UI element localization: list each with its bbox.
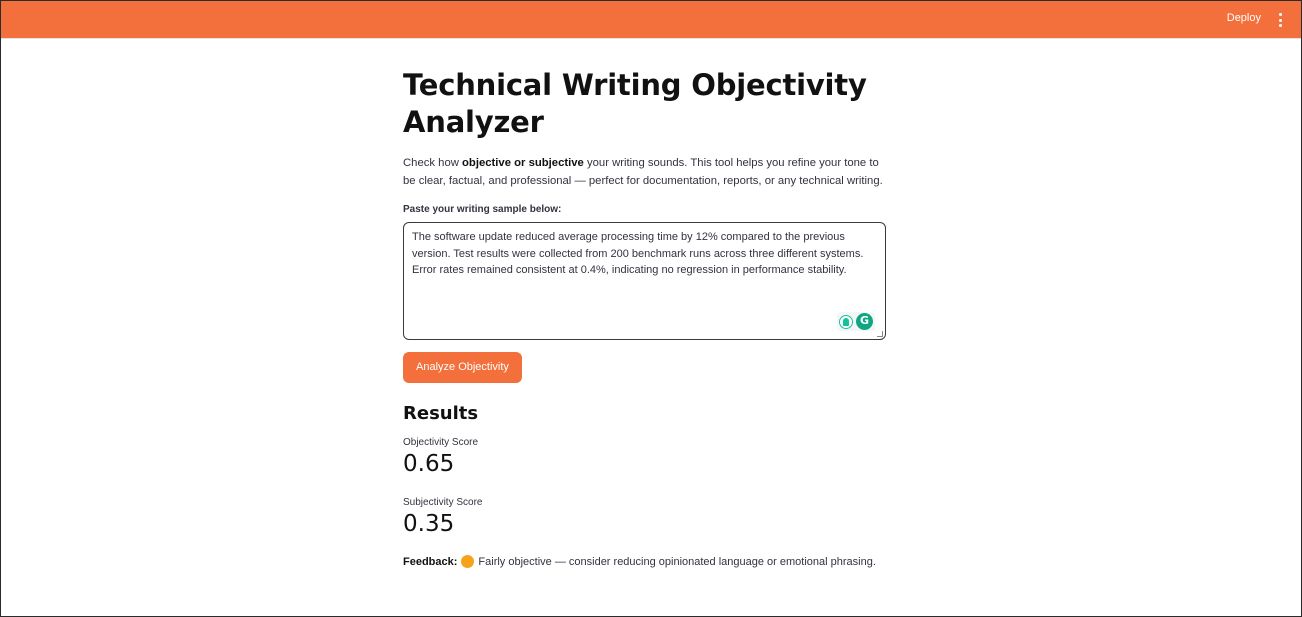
main-content: Technical Writing Objectivity Analyzer C… [403,67,887,568]
resize-handle-icon[interactable] [877,331,883,337]
feedback-label: Feedback: [403,555,458,568]
input-label: Paste your writing sample below: [403,204,562,215]
writing-sample-textarea[interactable]: The software update reduced average proc… [403,222,886,340]
feedback-text: Fairly objective — consider reducing opi… [478,555,876,568]
intro-bold: objective or subjective [462,157,584,169]
app-window: Deploy Technical Writing Objectivity Ana… [0,0,1302,617]
objectivity-score-label: Objectivity Score [403,437,479,448]
subjectivity-score-label: Subjectivity Score [403,497,483,508]
objectivity-score-value: 0.65 [403,451,455,477]
intro-part-1: Check how [403,157,463,169]
page-title: Technical Writing Objectivity Analyzer [403,68,867,139]
subjectivity-score-value: 0.35 [403,511,455,537]
kebab-menu-icon[interactable] [1275,12,1285,28]
results-heading: Results [403,403,479,424]
textarea-value: The software update reduced average proc… [412,231,864,276]
analyze-objectivity-button[interactable]: Analyze Objectivity [403,352,522,383]
grammarly-icon[interactable]: G [856,313,873,330]
intro-text: Check how objective or subjective your w… [403,155,893,190]
feedback-line: Feedback: Fairly objective — consider re… [403,555,887,568]
header-bar: Deploy [1,1,1301,39]
deploy-button[interactable]: Deploy [1227,12,1261,24]
orange-circle-icon [461,555,475,568]
grammarly-widget[interactable]: G [837,312,875,331]
lightbulb-icon[interactable] [839,314,853,329]
